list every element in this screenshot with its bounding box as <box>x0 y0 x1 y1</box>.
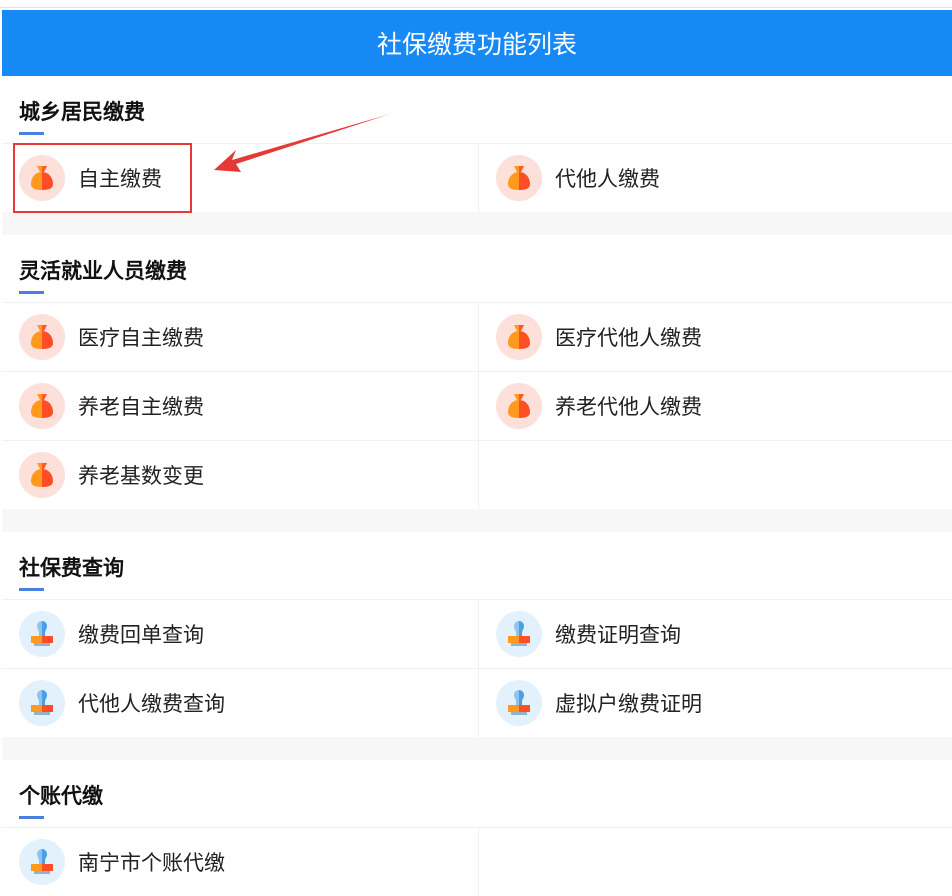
section-title: 灵活就业人员缴费 <box>19 259 187 283</box>
section-header: 社保费查询 <box>2 532 952 599</box>
page-title: 社保缴费功能列表 <box>376 30 577 59</box>
function-item-label: 医疗自主缴费 <box>78 326 204 350</box>
function-item[interactable]: 医疗自主缴费 <box>2 303 478 371</box>
function-item-label: 南宁市个账代缴 <box>78 851 225 875</box>
stamp-icon <box>19 611 65 657</box>
section-title: 社保费查询 <box>19 556 124 580</box>
function-item[interactable]: 缴费回单查询 <box>2 600 478 668</box>
stamp-icon <box>496 680 542 726</box>
function-item[interactable]: 养老基数变更 <box>2 441 478 509</box>
function-item-label: 代他人缴费 <box>555 167 660 191</box>
list-row: 代他人缴费查询 虚拟户缴费证明 <box>2 668 952 737</box>
function-item-label: 养老代他人缴费 <box>555 395 702 419</box>
function-item-label: 虚拟户缴费证明 <box>555 692 702 716</box>
section-underline <box>19 816 44 819</box>
list-row: 养老自主缴费 养老代他人缴费 <box>2 371 952 440</box>
list-row: 缴费回单查询 缴费证明查询 <box>2 599 952 668</box>
money-bag-icon <box>19 452 65 498</box>
section-divider <box>2 212 952 235</box>
highlight-box <box>13 143 192 213</box>
function-item[interactable]: 代他人缴费 <box>478 144 952 212</box>
function-item[interactable]: 代他人缴费查询 <box>2 669 478 737</box>
section-header: 灵活就业人员缴费 <box>2 235 952 302</box>
function-item[interactable]: 医疗代他人缴费 <box>478 303 952 371</box>
section-header: 城乡居民缴费 <box>2 76 952 143</box>
function-item[interactable]: 养老代他人缴费 <box>478 372 952 440</box>
section-divider <box>2 509 952 532</box>
money-bag-icon <box>19 383 65 429</box>
money-bag-icon <box>496 155 542 201</box>
top-divider <box>0 7 952 8</box>
stamp-icon <box>19 839 65 885</box>
function-item[interactable]: 养老自主缴费 <box>2 372 478 440</box>
section-underline <box>19 132 44 135</box>
section-title: 城乡居民缴费 <box>19 100 145 124</box>
function-item-label: 缴费证明查询 <box>555 623 681 647</box>
function-item[interactable]: 缴费证明查询 <box>478 600 952 668</box>
empty-cell <box>478 441 952 509</box>
function-item-label: 养老自主缴费 <box>78 395 204 419</box>
function-item-label: 医疗代他人缴费 <box>555 326 702 350</box>
list-row: 医疗自主缴费 医疗代他人缴费 <box>2 302 952 371</box>
function-item[interactable]: 南宁市个账代缴 <box>2 828 478 896</box>
list-row: 养老基数变更 <box>2 440 952 509</box>
empty-cell <box>478 828 952 896</box>
stamp-icon <box>19 680 65 726</box>
section-underline <box>19 291 44 294</box>
money-bag-icon <box>496 314 542 360</box>
section-header: 个账代缴 <box>2 760 952 827</box>
page-header: 社保缴费功能列表 <box>2 10 952 76</box>
section-divider <box>2 737 952 760</box>
function-item[interactable]: 虚拟户缴费证明 <box>478 669 952 737</box>
function-item-label: 缴费回单查询 <box>78 623 204 647</box>
section-underline <box>19 588 44 591</box>
money-bag-icon <box>19 314 65 360</box>
stamp-icon <box>496 611 542 657</box>
function-item-label: 代他人缴费查询 <box>78 692 225 716</box>
section-title: 个账代缴 <box>19 784 103 808</box>
function-item-label: 养老基数变更 <box>78 464 204 488</box>
money-bag-icon <box>496 383 542 429</box>
